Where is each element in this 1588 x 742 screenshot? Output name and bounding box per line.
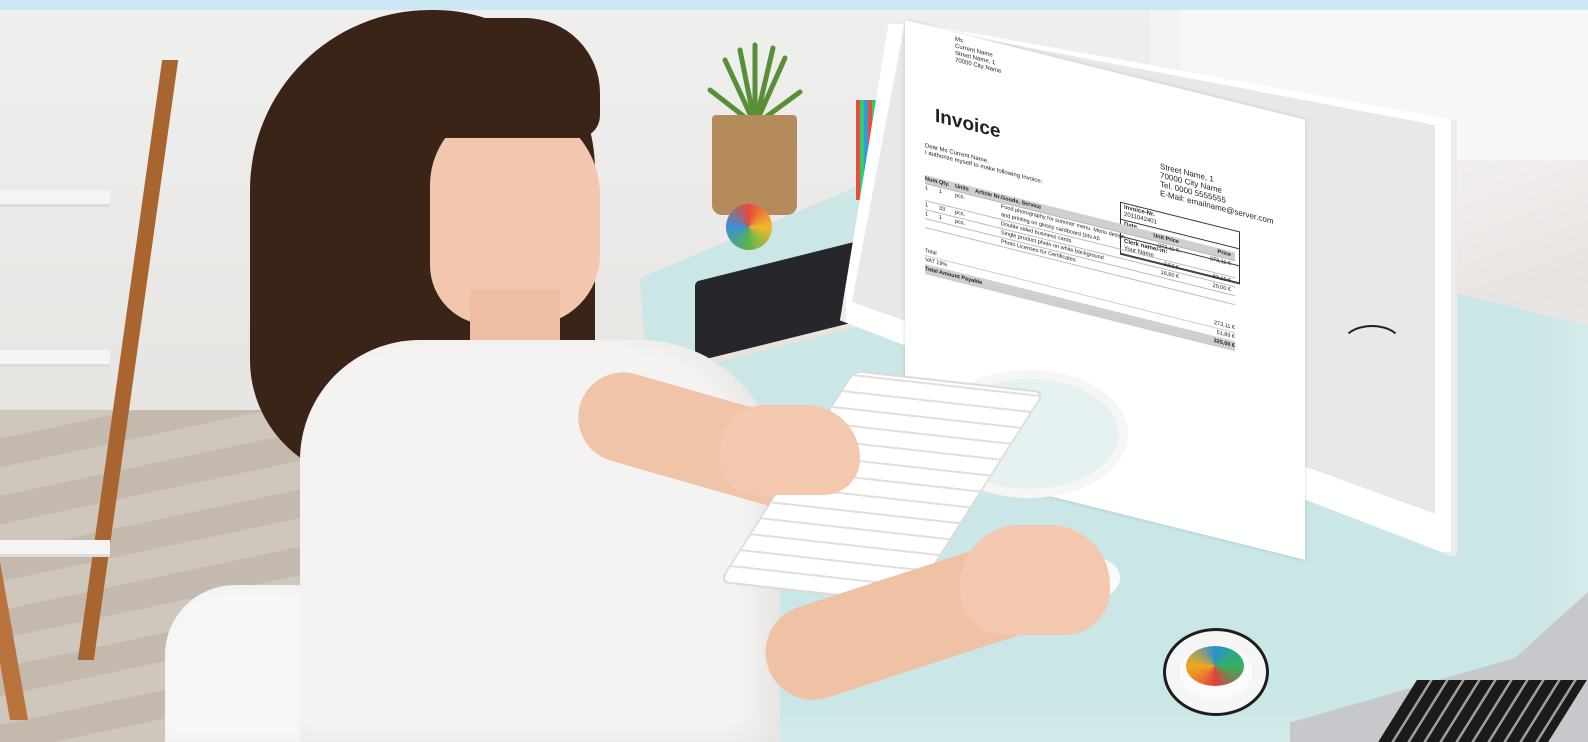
top-border-strip [0, 0, 1588, 10]
woman-bangs [395, 18, 600, 138]
shelf-leg [0, 20, 29, 720]
rubber-band-ball [726, 204, 772, 250]
cable [1340, 325, 1404, 369]
office-photo: Ms Current Name Street Name, 1 70000 Cit… [0, 10, 1588, 742]
plant-icon [707, 42, 803, 125]
shelf-board [0, 190, 110, 207]
shelf-board [0, 540, 110, 557]
ladder-shelf [0, 20, 179, 740]
plant-pot [712, 115, 797, 215]
paperclips [1186, 646, 1244, 686]
shelf-board [0, 350, 110, 367]
woman-hand-on-mouse [960, 525, 1110, 635]
invoice-title: Invoice [935, 105, 1001, 143]
invoice-recipient-address: Ms Current Name Street Name, 1 70000 Cit… [955, 36, 1001, 76]
woman-hand-on-keyboard [720, 405, 860, 495]
